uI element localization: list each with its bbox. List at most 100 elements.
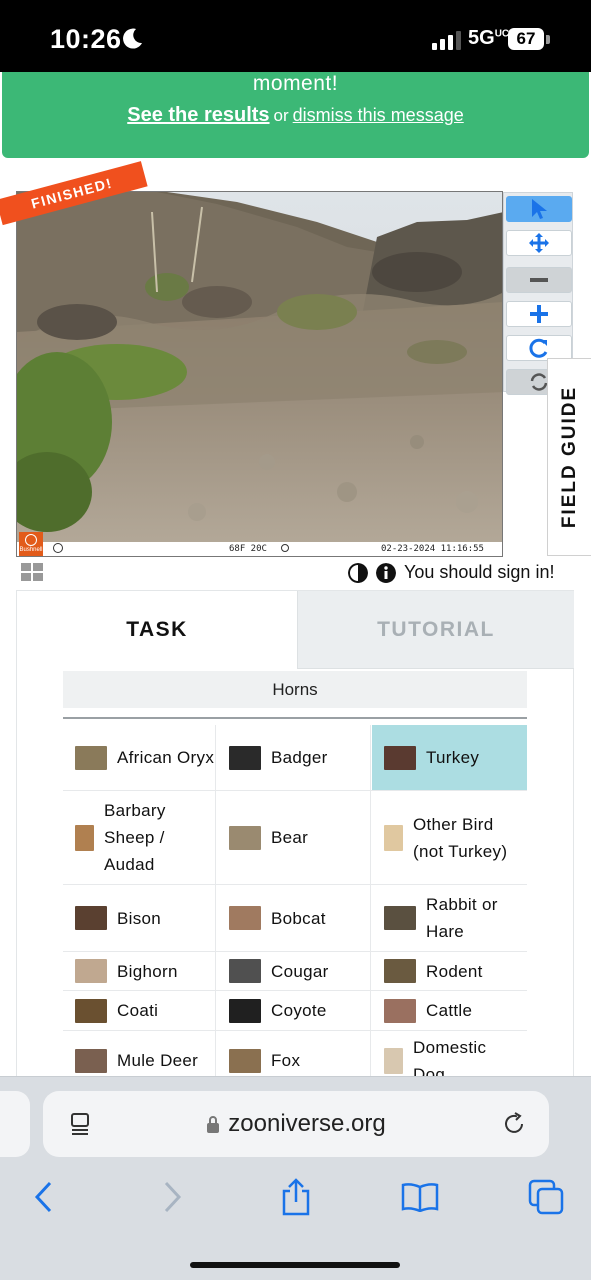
- choice-label: Bear: [271, 828, 309, 847]
- zoom-in-button[interactable]: [506, 301, 572, 327]
- camera-datetime: 02-23-2024 11:16:55: [381, 544, 484, 554]
- back-button[interactable]: [24, 1177, 64, 1217]
- choice-thumbnail: [229, 745, 261, 770]
- battery-nub: [546, 35, 550, 44]
- bookmarks-icon: [401, 1183, 439, 1212]
- choice-thumbnail: [75, 959, 107, 983]
- url-text: zooniverse.org: [228, 1110, 386, 1137]
- share-icon: [282, 1178, 310, 1216]
- choice-thumbnail: [229, 998, 261, 1023]
- subject-image[interactable]: 68F 20C 02-23-2024 11:16:55 Bushnell: [16, 191, 503, 557]
- see-results-link[interactable]: See the results: [127, 104, 269, 126]
- choice-label: Cattle: [426, 1001, 473, 1020]
- page: 10:26 5GUC 67 moment! See the results or d…: [0, 0, 591, 1280]
- pointer-tool-button[interactable]: [506, 196, 572, 222]
- choice-thumbnail: [384, 998, 416, 1023]
- zoom-in-icon: [530, 305, 548, 323]
- filter-horns-button[interactable]: Horns: [63, 671, 527, 708]
- choice-label: Barbary Sheep / Audad: [104, 801, 166, 874]
- choice-bear[interactable]: Bear: [217, 791, 371, 884]
- choice-label: Turkey: [426, 748, 480, 767]
- choice-thumbnail: [229, 825, 261, 850]
- choice-thumbnail: [229, 906, 261, 930]
- moon-phase-icon: [53, 543, 63, 553]
- choice-african-oryx[interactable]: African Oryx: [63, 725, 216, 790]
- choice-thumbnail: [384, 906, 416, 930]
- choice-coati[interactable]: Coati: [63, 991, 216, 1030]
- choice-label: Coati: [117, 1001, 159, 1020]
- choice-thumbnail: [384, 824, 403, 851]
- choice-row: Bison Bobcat Rabbit or Hare: [63, 885, 527, 952]
- zoom-out-button[interactable]: [506, 267, 572, 293]
- choice-coyote[interactable]: Coyote: [217, 991, 371, 1030]
- choice-label: Other Bird (not Turkey): [413, 814, 508, 861]
- choice-label: Badger: [271, 748, 328, 767]
- bookmarks-button[interactable]: [400, 1177, 440, 1217]
- choice-turkey[interactable]: Turkey: [372, 725, 527, 790]
- choice-other-bird-not-turkey[interactable]: Other Bird (not Turkey): [372, 791, 527, 884]
- previous-tab[interactable]: [0, 1091, 30, 1157]
- choice-thumbnail: [75, 1048, 107, 1073]
- choice-label: Bobcat: [271, 908, 326, 928]
- choice-thumbnail: [384, 1047, 403, 1074]
- battery-indicator: 67: [508, 28, 544, 50]
- sign-in-text[interactable]: You should sign in!: [404, 562, 554, 583]
- layout-grid-icon[interactable]: [21, 563, 43, 581]
- reload-icon[interactable]: [501, 1111, 527, 1137]
- tabs-icon: [528, 1179, 564, 1215]
- banner-message: moment!: [252, 72, 339, 95]
- choice-badger[interactable]: Badger: [217, 725, 371, 790]
- choice-bighorn[interactable]: Bighorn: [63, 952, 216, 990]
- info-icon[interactable]: [376, 562, 396, 583]
- home-indicator: [190, 1262, 400, 1268]
- choice-label: Cougar: [271, 961, 329, 981]
- url-bar[interactable]: zooniverse.org: [43, 1091, 549, 1157]
- tab-task[interactable]: TASK: [17, 591, 297, 669]
- network-indicator: 5GUC: [468, 27, 510, 49]
- choice-label: Mule Deer: [117, 1051, 199, 1070]
- tabs-button[interactable]: [526, 1177, 566, 1217]
- filter-divider: [63, 717, 527, 719]
- bushnell-logo: Bushnell: [19, 532, 43, 556]
- dismiss-message-link[interactable]: dismiss this message: [293, 105, 464, 125]
- choice-thumbnail: [75, 906, 107, 930]
- choice-bison[interactable]: Bison: [63, 885, 216, 951]
- choice-row: African Oryx Badger Turkey: [63, 725, 527, 791]
- choice-cattle[interactable]: Cattle: [372, 991, 527, 1030]
- choice-thumbnail: [75, 824, 94, 851]
- choice-label: Bison: [117, 908, 162, 928]
- field-guide-tab[interactable]: FIELD GUIDE: [547, 358, 591, 556]
- zoom-out-icon: [530, 278, 548, 282]
- rotate-icon: [530, 373, 548, 391]
- choice-label: Rodent: [426, 961, 483, 981]
- camera-status-icon: [281, 544, 289, 552]
- choice-cougar[interactable]: Cougar: [217, 952, 371, 990]
- tab-tutorial[interactable]: TUTORIAL: [297, 591, 574, 669]
- choice-row: Bighorn Cougar Rodent: [63, 952, 527, 991]
- choice-barbary-sheep-audad[interactable]: Barbary Sheep / Audad: [63, 791, 216, 884]
- url-display: zooniverse.org: [43, 1091, 549, 1157]
- trail-camera-photo: [17, 192, 502, 544]
- choice-thumbnail: [384, 959, 416, 983]
- browser-chrome: zooniverse.org: [0, 1076, 591, 1280]
- sign-in-notice: You should sign in!: [348, 562, 554, 583]
- forward-icon: [164, 1181, 182, 1213]
- contrast-icon[interactable]: [348, 562, 368, 583]
- banner-or-text: or: [273, 106, 289, 125]
- choice-label: Coyote: [271, 1001, 327, 1020]
- moon-icon: [123, 28, 142, 49]
- choice-label: Bighorn: [117, 961, 178, 981]
- camera-info-strip: 68F 20C 02-23-2024 11:16:55: [17, 542, 502, 556]
- choice-thumbnail: [229, 959, 261, 983]
- share-button[interactable]: [276, 1177, 316, 1217]
- back-icon: [34, 1181, 52, 1213]
- choice-rabbit-or-hare[interactable]: Rabbit or Hare: [372, 885, 527, 951]
- forward-button[interactable]: [152, 1177, 192, 1217]
- choice-row: Coati Coyote Cattle: [63, 991, 527, 1031]
- move-tool-button[interactable]: [506, 230, 572, 256]
- pointer-icon: [532, 199, 547, 219]
- choice-thumbnail: [384, 745, 416, 770]
- lock-icon: [207, 1115, 220, 1133]
- choice-rodent[interactable]: Rodent: [372, 952, 527, 990]
- choice-bobcat[interactable]: Bobcat: [217, 885, 371, 951]
